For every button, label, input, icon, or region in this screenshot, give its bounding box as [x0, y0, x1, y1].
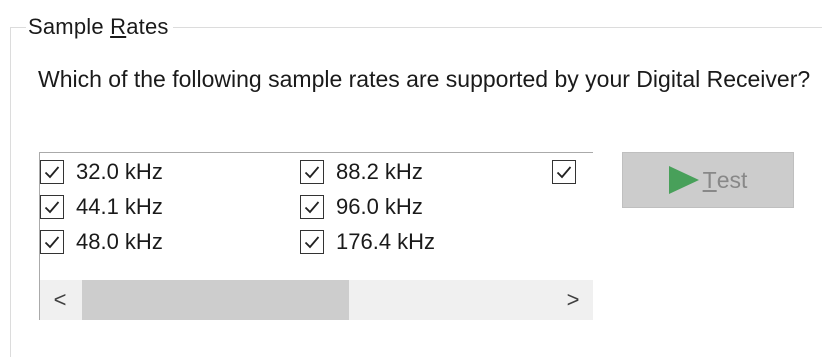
group-title-suffix: ates — [126, 14, 169, 39]
checkbox-checked-icon[interactable] — [40, 160, 64, 184]
checkbox-checked-icon[interactable] — [300, 195, 324, 219]
rate-item-44-1[interactable]: 44.1 kHz — [40, 192, 163, 222]
rate-label: 44.1 kHz — [76, 194, 163, 219]
checkbox-checked-icon[interactable] — [300, 230, 324, 254]
sample-rates-group-title: Sample Rates — [26, 12, 173, 42]
rate-label: 176.4 kHz — [336, 229, 436, 254]
group-title-prefix: Sample — [28, 14, 111, 39]
group-title-mnemonic: R — [110, 14, 127, 39]
play-icon — [668, 166, 699, 194]
scroll-right-arrow-icon[interactable]: > — [553, 280, 593, 320]
scroll-left-arrow-icon[interactable]: < — [40, 280, 80, 320]
checkbox-checked-icon[interactable] — [300, 160, 324, 184]
rate-item-32-0[interactable]: 32.0 kHz — [40, 157, 163, 187]
test-button-mnemonic: T — [702, 166, 717, 193]
sample-rates-checklist[interactable]: 32.0 kHz 44.1 kHz 48.0 kHz 88.2 kHz 96.0… — [39, 152, 593, 320]
rate-label: 96.0 kHz — [336, 194, 423, 219]
scrollbar-thumb[interactable] — [82, 280, 349, 320]
rate-item-48-0[interactable]: 48.0 kHz — [40, 227, 163, 257]
horizontal-scrollbar[interactable]: < > — [40, 280, 593, 320]
rate-item-96-0[interactable]: 96.0 kHz — [300, 192, 423, 222]
rate-item-88-2[interactable]: 88.2 kHz — [300, 157, 423, 187]
checkbox-checked-icon[interactable] — [40, 195, 64, 219]
test-button-label-rest: est — [716, 166, 748, 193]
checkbox-checked-icon[interactable] — [40, 230, 64, 254]
rate-label: 88.2 kHz — [336, 159, 423, 184]
rate-item-176-4[interactable]: 176.4 kHz — [300, 227, 435, 257]
test-button[interactable]: Test — [622, 152, 794, 208]
checkbox-checked-icon[interactable] — [552, 160, 576, 184]
rate-label: 48.0 kHz — [76, 229, 163, 254]
rate-label: 32.0 kHz — [76, 159, 163, 184]
rate-item-partial[interactable] — [552, 157, 588, 187]
sample-rates-question: Which of the following sample rates are … — [38, 66, 811, 92]
